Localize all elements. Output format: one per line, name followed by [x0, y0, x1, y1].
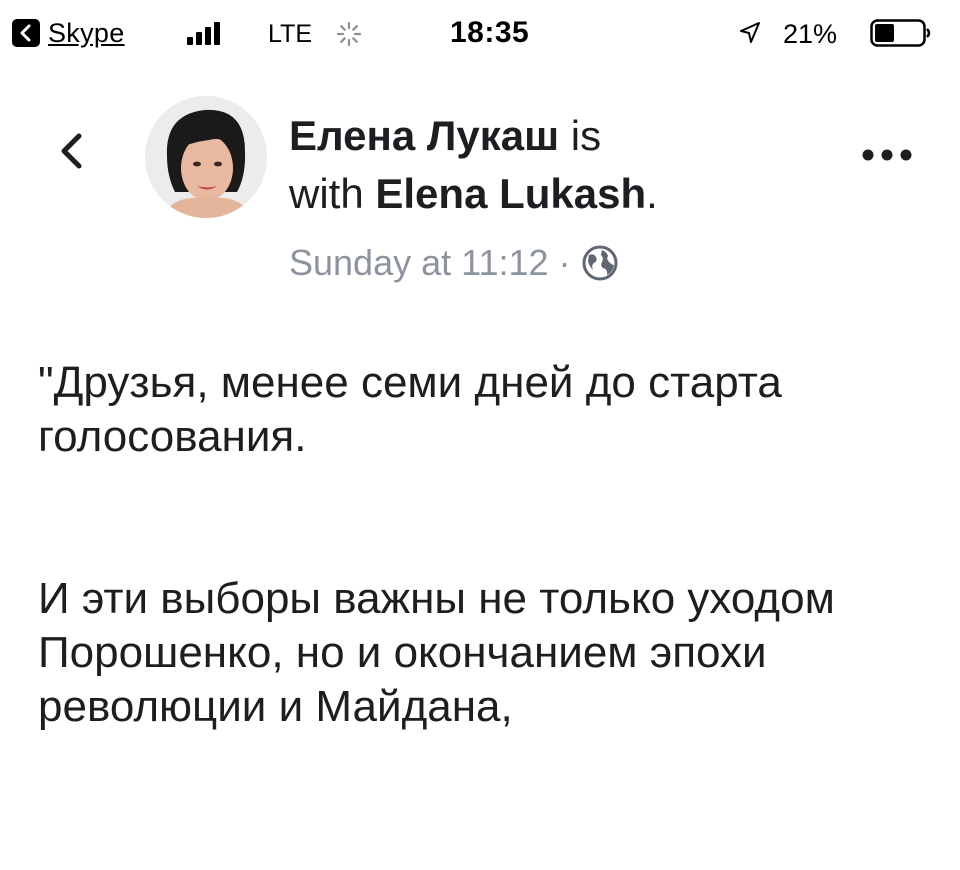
- location-arrow-icon: [740, 22, 760, 43]
- avatar[interactable]: [145, 96, 267, 218]
- activity-spinner-icon: [336, 21, 362, 47]
- header-period: .: [646, 170, 658, 217]
- author-name[interactable]: Елена Лукаш: [289, 112, 559, 159]
- status-time: 18:35: [450, 16, 530, 49]
- back-to-app-chevron-icon: [12, 19, 40, 47]
- post-paragraph-2: И эти выборы важны не только уходом Поро…: [38, 574, 835, 731]
- tagged-name[interactable]: Elena Lukash: [375, 170, 646, 217]
- screen: Skype LTE 18:35 21% Елена Лукаш is with …: [0, 0, 960, 870]
- back-to-app-label: Skype: [48, 17, 125, 48]
- back-to-app-button[interactable]: Skype: [12, 18, 125, 48]
- post-meta: Sunday at 11:12 ·: [289, 242, 619, 284]
- cellular-signal-icon: [187, 21, 223, 45]
- back-chevron-icon[interactable]: [52, 128, 92, 174]
- with-word: with: [289, 170, 364, 217]
- battery-percent: 21%: [783, 19, 838, 49]
- ellipsis-icon[interactable]: [858, 140, 916, 170]
- network-type: LTE: [268, 20, 312, 48]
- post-body: "Друзья, менее семи дней до старта голос…: [38, 356, 938, 734]
- status-bar: Skype LTE 18:35 21%: [0, 0, 960, 64]
- post-paragraph-1: "Друзья, менее семи дней до старта голос…: [38, 358, 782, 461]
- avatar-portrait: [145, 96, 267, 218]
- post-timestamp[interactable]: Sunday at 11:12 ·: [289, 242, 571, 284]
- battery-icon: [870, 19, 931, 47]
- post-header: Елена Лукаш is with Elena Lukash.: [289, 107, 829, 223]
- globe-icon: [582, 245, 618, 281]
- is-with-prefix: is: [570, 112, 602, 159]
